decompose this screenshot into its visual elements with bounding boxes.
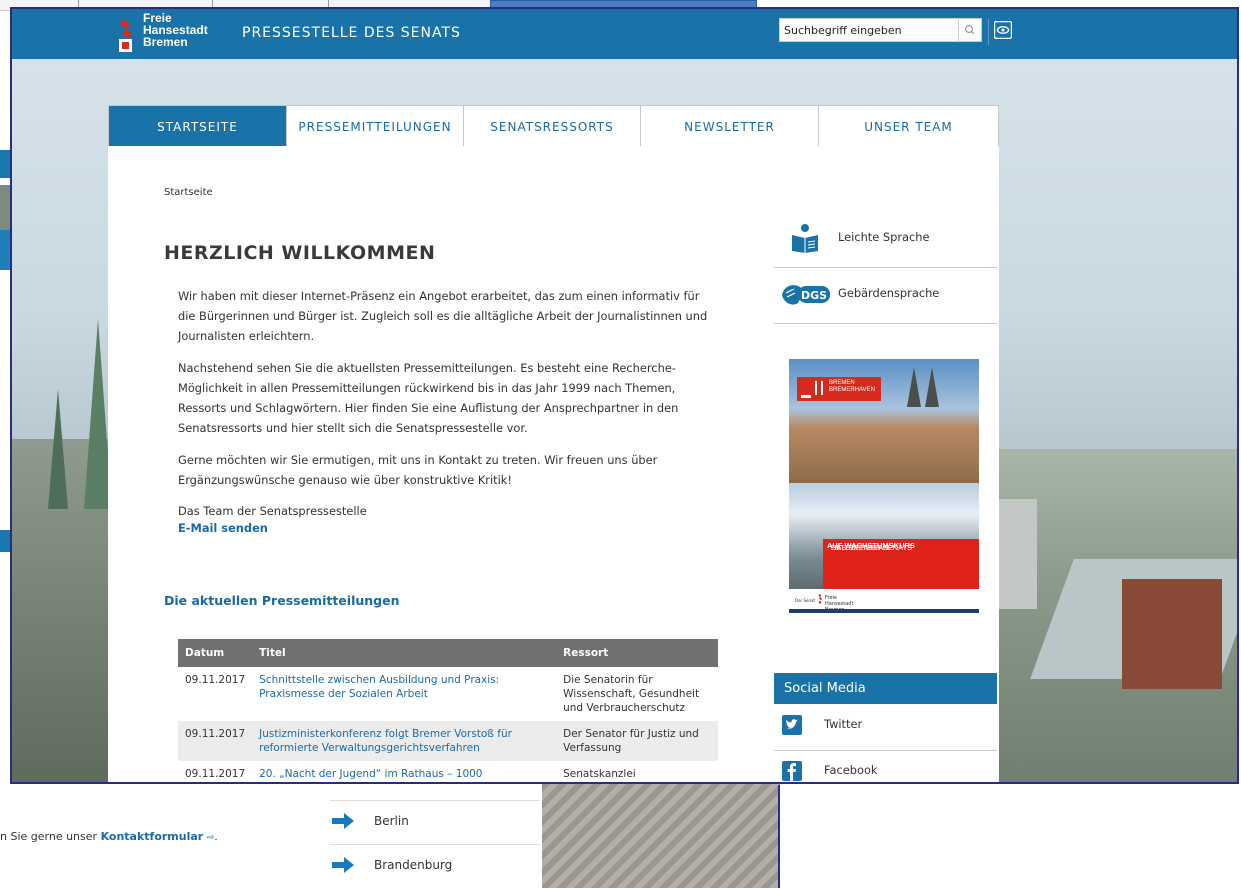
arrow-right-icon bbox=[332, 857, 354, 873]
bremen-bremerhaven-tag: BREMEN BREMERHAVEN bbox=[797, 377, 881, 401]
intro-paragraph: Wir haben mit dieser Internet-Präsenz ei… bbox=[178, 289, 708, 343]
tab-startseite[interactable]: STARTSEITE bbox=[109, 106, 287, 146]
list-item-label: Berlin bbox=[374, 814, 409, 828]
cathedral-spire bbox=[925, 367, 939, 407]
team-signature: Das Team der Senatspressestelle bbox=[178, 504, 367, 518]
banner-subline: DES BREMER SENATS bbox=[831, 543, 913, 552]
easy-language-book-icon bbox=[792, 224, 818, 253]
banner-tag-line: BREMERHAVEN bbox=[829, 387, 875, 393]
banner-footer-bar bbox=[789, 609, 979, 613]
row-ressort: Senatskanzlei bbox=[563, 768, 636, 780]
column-header-datum: Datum bbox=[178, 639, 253, 667]
intro-paragraph: Gerne möchten wir Sie ermutigen, mit uns… bbox=[178, 453, 658, 487]
press-releases-heading: Die aktuellen Pressemitteilungen bbox=[164, 593, 400, 608]
sidebar-item-leichte-sprache[interactable]: Leichte Sprache bbox=[774, 211, 997, 268]
banner-photo-marktplatz: BREMEN BREMERHAVEN bbox=[789, 359, 979, 483]
brick-building bbox=[1122, 579, 1222, 689]
dgs-badge: DGS bbox=[801, 289, 827, 302]
sign-language-icon: DGS bbox=[782, 285, 830, 305]
bremerhaven-tag-icon bbox=[815, 381, 823, 395]
site-logo-text[interactable]: Freie Hansestadt Bremen bbox=[143, 12, 208, 48]
row-title-link[interactable]: 20. „Nacht der Jugend“ im Rathaus – 1000 bbox=[252, 761, 556, 782]
background-kontakt-line: n Sie gerne unser Kontaktformular ⇨. bbox=[0, 830, 218, 843]
bremen-tag-icon bbox=[801, 381, 811, 398]
cathedral-spire bbox=[907, 367, 921, 407]
background-list-item[interactable]: Berlin bbox=[330, 800, 540, 845]
background-frame-edge bbox=[778, 785, 780, 888]
table-header-row: Datum Titel Ressort bbox=[178, 639, 718, 667]
email-link[interactable]: E-Mail senden bbox=[178, 521, 268, 535]
row-date: 09.11.2017 bbox=[185, 674, 246, 686]
press-releases-table: Datum Titel Ressort 09.11.2017 Schnittst… bbox=[178, 639, 718, 782]
banner-footer-text: Der Senat bbox=[795, 598, 816, 603]
halbzeitbilanz-banner[interactable]: BREMEN BREMERHAVEN AUF WACHSTUMSKURS HAL… bbox=[789, 359, 979, 613]
list-item-label: Brandenburg bbox=[374, 858, 453, 872]
intro-paragraph: Nachstehend sehen Sie die aktuellsten Pr… bbox=[178, 361, 679, 435]
tower bbox=[999, 499, 1037, 609]
logo-line: Bremen bbox=[143, 35, 188, 49]
search-box bbox=[779, 18, 982, 42]
kontakt-prefix: n Sie gerne unser bbox=[0, 830, 98, 843]
kontakt-link[interactable]: Kontaktformular bbox=[101, 830, 204, 843]
row-ressort: Die Senatorin für Wissenschaft, Gesundhe… bbox=[563, 674, 700, 714]
row-date: 09.11.2017 bbox=[185, 768, 246, 780]
bremen-key-logo-icon bbox=[818, 593, 823, 604]
column-header-ressort: Ressort bbox=[556, 639, 718, 667]
facebook-icon bbox=[782, 761, 802, 781]
twitter-icon bbox=[782, 715, 802, 735]
row-title-link[interactable]: Schnittstelle zwischen Ausbildung und Pr… bbox=[252, 667, 556, 721]
sidebar-item-label: Gebärdensprache bbox=[838, 286, 940, 300]
social-media-heading: Social Media bbox=[774, 673, 997, 704]
social-item-label: Facebook bbox=[824, 763, 878, 777]
header-divider bbox=[988, 19, 989, 45]
table-row: 09.11.2017 20. „Nacht der Jugend“ im Rat… bbox=[178, 761, 718, 782]
search-input[interactable] bbox=[784, 19, 954, 41]
content-card: STARTSEITE PRESSEMITTEILUNGEN SENATSRESS… bbox=[108, 105, 999, 782]
social-item-facebook[interactable]: Facebook bbox=[774, 751, 997, 782]
sidebar-item-gebaerdensprache[interactable]: DGS Gebärdensprache bbox=[774, 267, 997, 324]
bremen-key-logo-icon[interactable] bbox=[116, 17, 138, 53]
arrow-right-icon bbox=[332, 813, 354, 829]
table-row: 09.11.2017 Justizministerkonferenz folgt… bbox=[178, 721, 718, 761]
breadcrumb[interactable]: Startseite bbox=[164, 187, 213, 198]
church-spire bbox=[48, 389, 68, 509]
sidebar-item-label: Leichte Sprache bbox=[838, 230, 930, 244]
background-list-item[interactable]: Brandenburg bbox=[330, 844, 540, 889]
banner-footer: Der Senat Freie Hansestadt Bremen bbox=[789, 589, 979, 613]
social-heading-label: Social Media bbox=[784, 681, 866, 696]
row-date: 09.11.2017 bbox=[178, 721, 253, 761]
column-header-titel: Titel bbox=[252, 639, 557, 667]
site-header: Freie Hansestadt Bremen PRESSESTELLE DES… bbox=[12, 9, 1237, 59]
table-row: 09.11.2017 Schnittstelle zwischen Ausbil… bbox=[178, 667, 718, 721]
accessibility-eye-icon[interactable] bbox=[994, 21, 1012, 39]
social-item-twitter[interactable]: Twitter bbox=[774, 705, 997, 751]
banner-tag-line: BREMEN bbox=[829, 380, 855, 386]
row-title-link[interactable]: Justizministerkonferenz folgt Bremer Vor… bbox=[252, 721, 557, 761]
background-roof-image bbox=[542, 784, 780, 888]
browser-window: Freie Hansestadt Bremen PRESSESTELLE DES… bbox=[10, 7, 1239, 784]
site-title[interactable]: PRESSESTELLE DES SENATS bbox=[242, 25, 461, 41]
search-icon bbox=[964, 24, 975, 35]
tab-pressemitteilungen[interactable]: PRESSEMITTEILUNGEN bbox=[287, 106, 464, 146]
kontakt-suffix: . bbox=[214, 830, 218, 843]
tab-senatsressorts[interactable]: SENATSRESSORTS bbox=[464, 106, 641, 146]
row-ressort: Der Senator für Justiz und Verfassung bbox=[556, 721, 718, 761]
search-button[interactable] bbox=[958, 19, 981, 41]
banner-headline-box: AUF WACHSTUMSKURS HALBZEITBILANZ DES BRE… bbox=[823, 539, 979, 589]
social-item-label: Twitter bbox=[824, 717, 863, 731]
page-title: HERZLICH WILLKOMMEN bbox=[164, 242, 436, 264]
sidebar: Leichte Sprache DGS Gebärdensprache BREM… bbox=[774, 105, 997, 782]
